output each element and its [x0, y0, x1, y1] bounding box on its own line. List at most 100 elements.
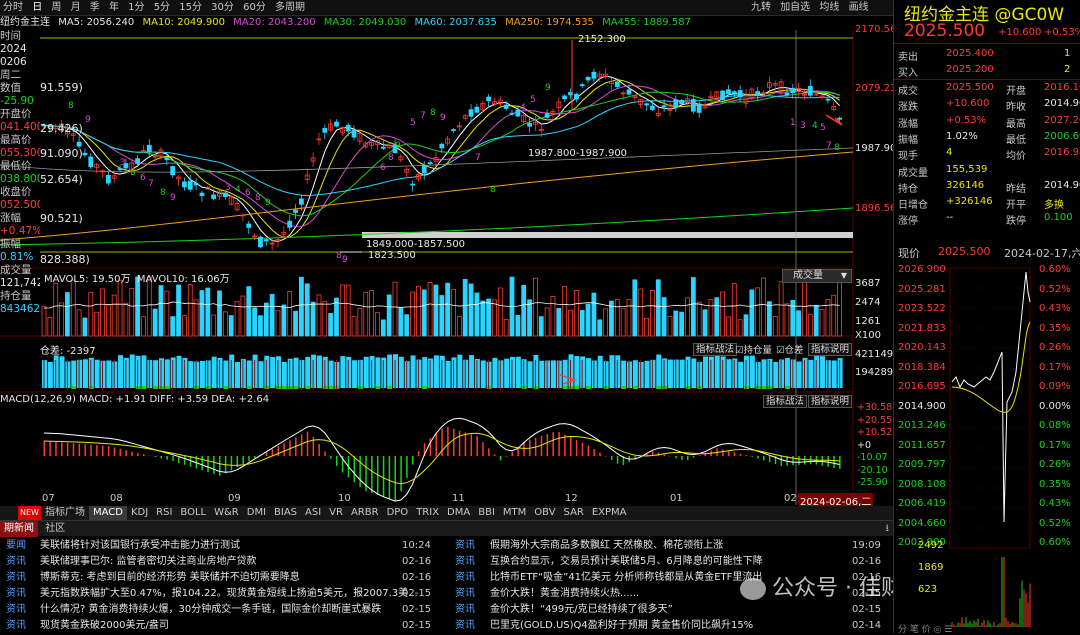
indicator-tab-arbr[interactable]: ARBR: [347, 506, 383, 520]
volume-bar: [598, 320, 602, 336]
indicator-tab-rsi[interactable]: RSI: [152, 506, 176, 520]
indicator-help-button-2[interactable]: 指标说明: [808, 395, 852, 408]
quote-stat-1-3: 2014.900: [1044, 98, 1080, 109]
tab-5min[interactable]: 5分: [151, 0, 173, 15]
news-item-left-1[interactable]: 资讯美联储理事巴尔: 监管者密切关注商业房地产贷款02-16: [6, 554, 26, 570]
indicator-tab-asi[interactable]: ASI: [301, 506, 325, 520]
diff-checkbox-label: 仓差: [785, 345, 804, 356]
indicator-tab-指标广场[interactable]: 指标广场: [41, 506, 89, 520]
oi-bar: [282, 362, 287, 388]
volume-bar: [177, 285, 181, 336]
indicator-tab-kdj[interactable]: KDJ: [127, 506, 152, 520]
tab-60min[interactable]: 60分: [240, 0, 269, 15]
now-price: 2025.500: [938, 245, 991, 258]
volume-bar: [627, 299, 631, 336]
oi-diff-bar: [294, 386, 299, 389]
indicator-help-button-1[interactable]: 指标说明: [808, 343, 852, 356]
oi-diff-bar: [165, 386, 170, 389]
volume-indicator-select[interactable]: 成交量▼: [782, 269, 852, 283]
news-item-left-2[interactable]: 资讯博斯蒂克: 考虑到目前的经济形势 美联储并不迫切需要降息02-16: [6, 570, 26, 586]
tab-1min[interactable]: 1分: [125, 0, 147, 15]
news-item-right-3[interactable]: 资讯金价大跌！黄金消费持续火热......02-15: [455, 586, 475, 602]
news-tag: 资讯: [455, 620, 475, 631]
quote-stat-7-0: 日增仓: [898, 196, 928, 211]
contract-title: 纽约金主连: [0, 17, 50, 28]
indicator-tab-dma[interactable]: DMA: [443, 506, 474, 520]
quote-stat-0-0: 成交: [898, 82, 918, 97]
news-item-right-5[interactable]: 资讯巴里克(GOLD.US)Q4盈利好于预期 黄金售价同比飙升15%02-14: [455, 618, 475, 634]
volume-bar: [697, 302, 701, 336]
indicator-tab-mtm[interactable]: MTM: [499, 506, 530, 520]
macd-bar: [231, 456, 233, 470]
indicator-tab-obv[interactable]: OBV: [530, 506, 559, 520]
nine-turn-label: 9: [342, 255, 348, 265]
download-icon[interactable]: ⭳: [886, 521, 890, 537]
volume-bar: [715, 298, 719, 336]
indicator-tab-bias[interactable]: BIAS: [270, 506, 301, 520]
indicator-tab-expma[interactable]: EXPMA: [588, 506, 631, 520]
volume-bar: [779, 282, 783, 336]
nine-turn-label: 1: [790, 118, 796, 128]
volume-bar: [621, 309, 625, 336]
news-item-left-3[interactable]: 资讯美元指数跌幅扩大至0.47%，报104.22。现货黄金短线上扬逾5美元，报2…: [6, 586, 26, 602]
tab-fenshi[interactable]: 分时: [0, 0, 26, 15]
candle-body: [118, 169, 122, 170]
news-item-right-4[interactable]: 资讯金价大跌！“499元/克已经持续了很多天”02-15: [455, 602, 475, 618]
indicator-tab-sar[interactable]: SAR: [560, 506, 588, 520]
tab-futures-news[interactable]: 期新闻: [0, 521, 38, 537]
news-tag: 资讯: [6, 604, 26, 615]
nine-turn-button[interactable]: 九转: [748, 0, 774, 15]
tab-season[interactable]: 季: [87, 0, 103, 15]
tab-day[interactable]: 日: [29, 0, 45, 15]
indicator-tab-bbi[interactable]: BBI: [474, 506, 499, 520]
indicator-tab-vr[interactable]: VR: [325, 506, 347, 520]
tab-30min[interactable]: 30分: [208, 0, 237, 15]
news-item-left-0[interactable]: 要闻美联储将针对该国银行承受冲击能力进行测试10:24: [6, 538, 26, 554]
volume-bar: [124, 303, 128, 336]
price-label-3: 91.090): [40, 147, 83, 160]
ma-button[interactable]: 均线: [816, 0, 842, 15]
tab-week[interactable]: 周: [48, 0, 64, 15]
diff-checkbox[interactable]: ☑仓差: [776, 342, 804, 356]
oi-checkbox[interactable]: ☑持仓量: [735, 342, 772, 356]
candle-body: [826, 99, 830, 100]
ma-legend: 纽约金主连 MA5: 2056.240 MA10: 2049.900 MA20:…: [0, 16, 893, 30]
indicator-tab-trix[interactable]: TRIX: [412, 506, 443, 520]
news-item-left-5[interactable]: 资讯现货黄金跌破2000美元/盎司02-15: [6, 618, 26, 634]
draw-button[interactable]: 画线: [846, 0, 872, 15]
volume-bar: [54, 283, 58, 336]
indicator-tab-dpo[interactable]: DPO: [383, 506, 413, 520]
volume-bar: [223, 312, 227, 336]
tab-multi[interactable]: 多周期: [272, 0, 308, 15]
quote-stat-4-1: 4: [946, 147, 952, 158]
indicator-tab-macd[interactable]: MACD: [89, 506, 127, 520]
tab-month[interactable]: 月: [68, 0, 84, 15]
news-item-right-0[interactable]: 资讯假期海外大宗商品多数飘红 天然橡胶、棉花领衔上涨19:09: [455, 538, 475, 554]
vol-axis-1: 3687: [855, 278, 880, 289]
oi-diff-bar: [656, 386, 661, 389]
oi-bar: [516, 357, 521, 388]
tab-year[interactable]: 年: [106, 0, 122, 15]
mini-price-axis-0: 2026.900: [898, 264, 946, 275]
mini-price-axis-9: 2011.657: [898, 440, 946, 451]
candle-body: [258, 237, 262, 247]
volume-bar: [387, 295, 391, 336]
indicator-tab-dmi[interactable]: DMI: [243, 506, 270, 520]
indicator-tab-w&r[interactable]: W&R: [210, 506, 243, 520]
tab-community[interactable]: 社区: [41, 521, 69, 537]
oi-bar: [375, 357, 380, 388]
news-item-right-1[interactable]: 资讯互换合约显示，交易员预计美联储5月、6月降息的可能性下降02-16: [455, 554, 475, 570]
volume-bar: [247, 287, 251, 336]
news-item-right-2[interactable]: 资讯比特币ETF“吸金”41亿美元 分析师称钱都是从黄金ETF里流出02-16: [455, 570, 475, 586]
indicator-tab-boll[interactable]: BOLL: [176, 506, 210, 520]
news-item-left-4[interactable]: 资讯什么情况? 黄金消费持续火爆，30分钟成交一条手链，国际金价却断崖式暴跌02…: [6, 602, 26, 618]
mini-tabs[interactable]: 分 笔 价 ◎ ☰: [898, 622, 952, 635]
indicator-strategy-button-2[interactable]: 指标战法: [763, 395, 807, 408]
oi-bar: [726, 359, 731, 388]
indicator-strategy-button-1[interactable]: 指标战法: [693, 343, 737, 356]
volume-bar: [580, 310, 584, 336]
nine-turn-label: 4: [520, 103, 526, 113]
add-watchlist-button[interactable]: 加自选: [777, 0, 813, 15]
tab-15min[interactable]: 15分: [176, 0, 205, 15]
candle-body: [838, 118, 842, 119]
